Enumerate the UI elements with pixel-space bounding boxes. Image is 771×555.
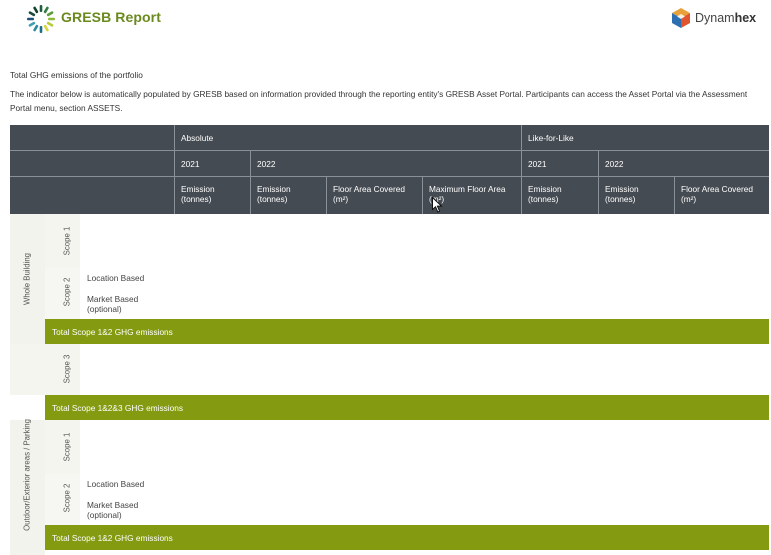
od-total-scope12-label: Total Scope 1&2 GHG emissions: [52, 533, 173, 543]
header-like-for-like: Like-for-Like: [528, 133, 574, 143]
col-lfl-2022-floor-area: Floor Area Covered (m²): [681, 184, 753, 204]
header-lfl-2021: 2021: [528, 159, 547, 169]
wb-scope3-side: [10, 344, 45, 395]
wb-total-scope12-label: Total Scope 1&2 GHG emissions: [52, 327, 173, 337]
header-absolute: Absolute: [181, 133, 214, 143]
od-market-based: Market Based (optional): [87, 500, 139, 520]
od-scope2-band: Scope 2: [45, 474, 80, 525]
whole-building-band: Whole Building: [10, 214, 45, 344]
header-lfl-2022: 2022: [605, 159, 624, 169]
wb-scope2-band: Scope 2: [45, 268, 80, 319]
wb-scope2-label: Scope 2: [62, 277, 72, 307]
wb-scope3-label: Scope 3: [62, 354, 72, 384]
outdoor-label: Outdoor/Exterior areas / Parking: [22, 419, 32, 531]
wb-total-scope12-row: Total Scope 1&2 GHG emissions: [45, 319, 769, 344]
col-abs-2022-floor-area: Floor Area Covered (m²): [333, 184, 405, 204]
wb-scope3-band: Scope 3: [45, 344, 80, 395]
wb-market-based: Market Based (optional): [87, 294, 139, 314]
col-abs-2021-emission: Emission (tonnes): [181, 184, 215, 204]
dynamhex-logo-icon: [672, 8, 690, 28]
section-description: The indicator below is automatically pop…: [10, 89, 748, 113]
header-abs-2021: 2021: [181, 159, 200, 169]
table-header: Absolute Like-for-Like 2021 2022 2021 20…: [10, 125, 769, 214]
col-lfl-2021-emission: Emission (tonnes): [528, 184, 562, 204]
mouse-pointer-icon: [432, 197, 443, 213]
wb-scope1-label: Scope 1: [62, 226, 72, 256]
od-scope2-label: Scope 2: [62, 483, 72, 513]
whole-building-label: Whole Building: [22, 252, 32, 306]
wb-total-scope123-row: Total Scope 1&2&3 GHG emissions: [45, 395, 769, 420]
outdoor-band: Outdoor/Exterior areas / Parking: [10, 419, 45, 555]
od-total-scope12-row: Total Scope 1&2 GHG emissions: [45, 525, 769, 550]
wb-scope1-band: Scope 1: [45, 214, 80, 268]
gresb-report-title: GRESB Report: [61, 9, 161, 25]
col-abs-2022-emission: Emission (tonnes): [257, 184, 291, 204]
col-lfl-2022-emission: Emission (tonnes): [605, 184, 639, 204]
od-scope1-band: Scope 1: [45, 420, 80, 474]
od-location-based: Location Based: [87, 479, 145, 489]
dynamhex-brand-name: Dynamhex: [695, 11, 757, 25]
top-bar: GRESB Report Dynamhex: [0, 0, 771, 40]
wb-total-scope123-label: Total Scope 1&2&3 GHG emissions: [52, 403, 183, 413]
header-abs-2022: 2022: [257, 159, 276, 169]
gresb-logo-icon: [27, 5, 55, 33]
section-title: Total GHG emissions of the portfolio: [10, 70, 143, 80]
wb-location-based: Location Based: [87, 273, 145, 283]
od-scope1-label: Scope 1: [62, 432, 72, 462]
